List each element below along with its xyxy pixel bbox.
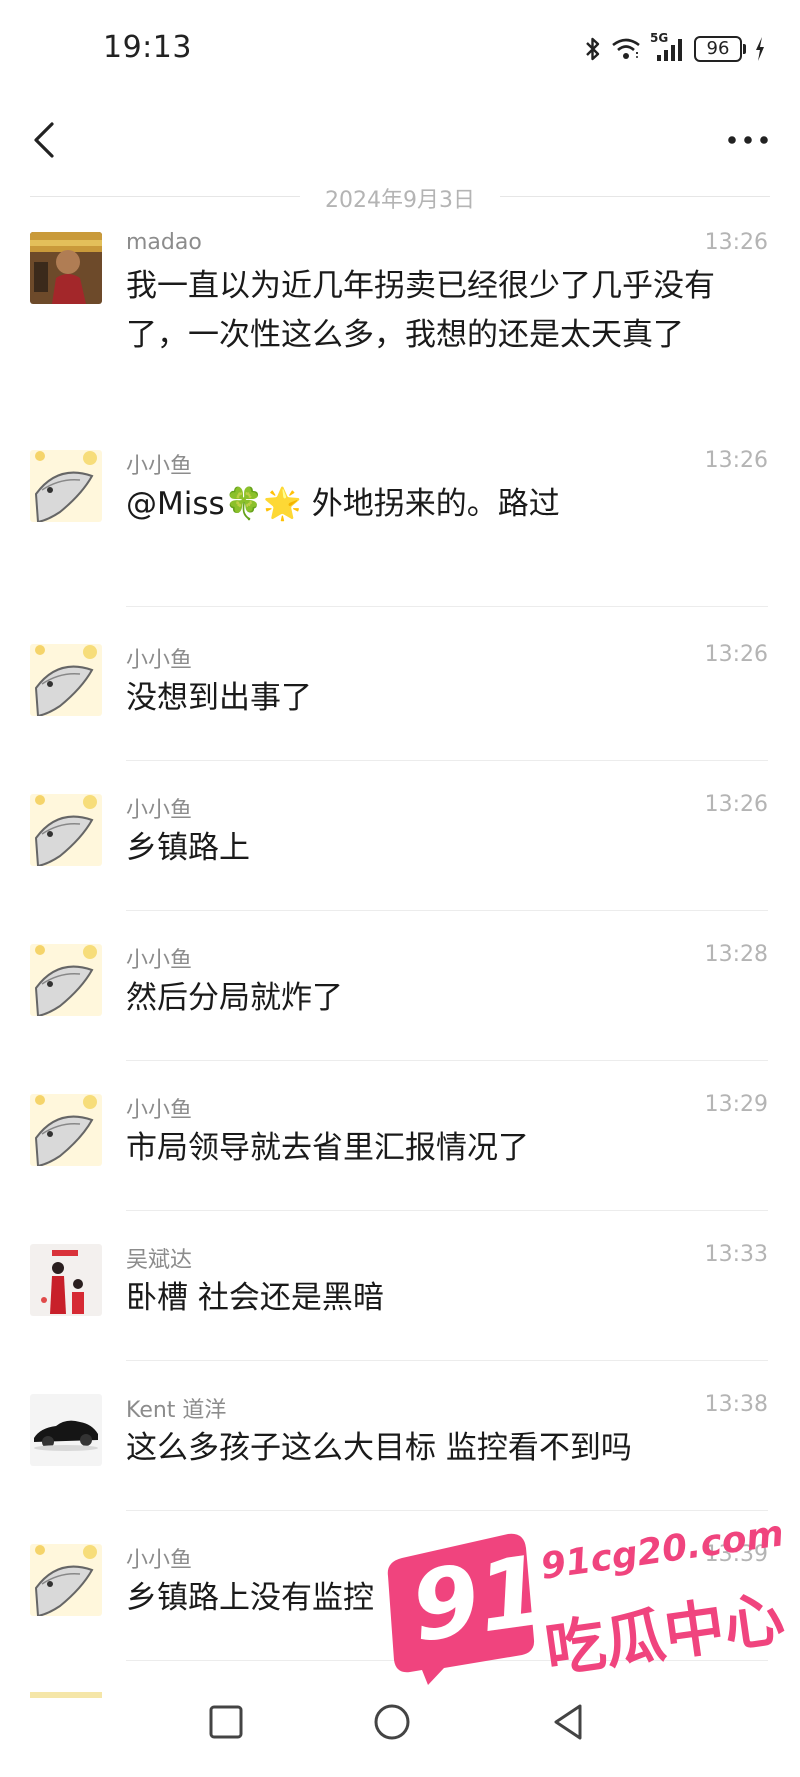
message-text: 这么多孩子这么大目标 监控看不到吗 — [126, 1430, 632, 1466]
back-button[interactable] — [22, 112, 72, 168]
message-item[interactable]: 小小鱼 13:28 然后分局就炸了 — [0, 942, 800, 1066]
system-navigation-bar — [0, 1680, 800, 1777]
avatar-fish[interactable] — [30, 794, 102, 866]
message-text: 然后分局就炸了 — [126, 980, 343, 1016]
signal-icon: 5G — [650, 31, 686, 63]
battery-icon: 96 — [694, 36, 746, 62]
message-item[interactable]: 小小鱼 13:26 @Miss🍀🌟 外地拐来的。路过 — [0, 448, 800, 572]
message-divider — [126, 1210, 768, 1211]
avatar-car[interactable] — [30, 1394, 102, 1466]
message-time: 13:29 — [704, 1092, 768, 1117]
sender-name: 吴斌达 — [126, 1248, 193, 1273]
message-time: 13:26 — [704, 448, 768, 473]
sender-name: 小小鱼 — [126, 948, 193, 973]
message-divider — [126, 910, 768, 911]
message-divider — [126, 1060, 768, 1061]
message-text: 卧槽 社会还是黑暗 — [126, 1280, 384, 1316]
battery-level: 96 — [694, 36, 742, 62]
message-divider — [126, 606, 768, 607]
message-time: 13:33 — [704, 1242, 768, 1267]
home-icon[interactable] — [372, 1702, 412, 1742]
avatar-family[interactable] — [30, 1244, 102, 1316]
message-time: 13:26 — [704, 642, 768, 667]
watermark-number: 91 — [404, 1534, 553, 1664]
bluetooth-icon — [586, 37, 600, 61]
status-icons: 5G 96 — [584, 31, 766, 66]
message-text: 我一直以为近几年拐卖已经很少了几乎没有了，一次性这么多，我想的还是太天真了 — [126, 268, 715, 353]
sender-name: 小小鱼 — [126, 648, 193, 673]
message-time: 13:26 — [704, 230, 768, 255]
more-dots-icon — [728, 136, 768, 144]
chevron-left-icon — [34, 122, 54, 158]
message-item[interactable]: madao 13:26 我一直以为近几年拐卖已经很少了几乎没有了，一次性这么多，… — [0, 230, 800, 440]
message-text: 市局领导就去省里汇报情况了 — [126, 1130, 529, 1166]
charging-icon — [756, 37, 764, 61]
chat-header — [0, 96, 800, 186]
message-text: @Miss🍀🌟 外地拐来的。路过 — [126, 486, 560, 522]
avatar-fish[interactable] — [30, 944, 102, 1016]
sender-name: 小小鱼 — [126, 1098, 193, 1123]
message-item[interactable]: 小小鱼 13:26 没想到出事了 — [0, 642, 800, 766]
message-text: 乡镇路上 — [126, 830, 250, 866]
message-time: 13:26 — [704, 792, 768, 817]
watermark: 91 91cg20.com 吃瓜中心 — [384, 1510, 788, 1686]
more-options-button[interactable] — [722, 122, 774, 158]
status-time: 19:13 — [103, 30, 192, 65]
sender-name: madao — [126, 230, 202, 255]
avatar-fish[interactable] — [30, 1544, 102, 1616]
message-time: 13:38 — [704, 1392, 768, 1417]
sender-name: 小小鱼 — [126, 454, 193, 479]
sender-name: 小小鱼 — [126, 1548, 193, 1573]
message-divider — [126, 1360, 768, 1361]
message-divider — [126, 760, 768, 761]
message-time: 13:28 — [704, 942, 768, 967]
avatar-fish[interactable] — [30, 450, 102, 522]
date-divider: 2024年9月3日 — [30, 178, 770, 214]
message-item[interactable]: 小小鱼 13:29 市局领导就去省里汇报情况了 — [0, 1092, 800, 1216]
sender-name: 小小鱼 — [126, 798, 193, 823]
avatar-fish[interactable] — [30, 644, 102, 716]
message-text: 没想到出事了 — [126, 680, 312, 716]
back-triangle-icon[interactable] — [550, 1702, 586, 1742]
status-bar: 19:13 5G 96 — [0, 0, 800, 96]
message-item[interactable]: 吴斌达 13:33 卧槽 社会还是黑暗 — [0, 1242, 800, 1366]
message-item[interactable]: 小小鱼 13:26 乡镇路上 — [0, 792, 800, 916]
sender-name: Kent 道洋 — [126, 1398, 227, 1423]
date-divider-text: 2024年9月3日 — [325, 188, 475, 213]
avatar-madao[interactable] — [30, 232, 102, 304]
wifi-icon — [612, 38, 640, 59]
recent-apps-icon[interactable] — [208, 1704, 244, 1740]
avatar-fish[interactable] — [30, 1094, 102, 1166]
message-item[interactable]: Kent 道洋 13:38 这么多孩子这么大目标 监控看不到吗 — [0, 1392, 800, 1516]
